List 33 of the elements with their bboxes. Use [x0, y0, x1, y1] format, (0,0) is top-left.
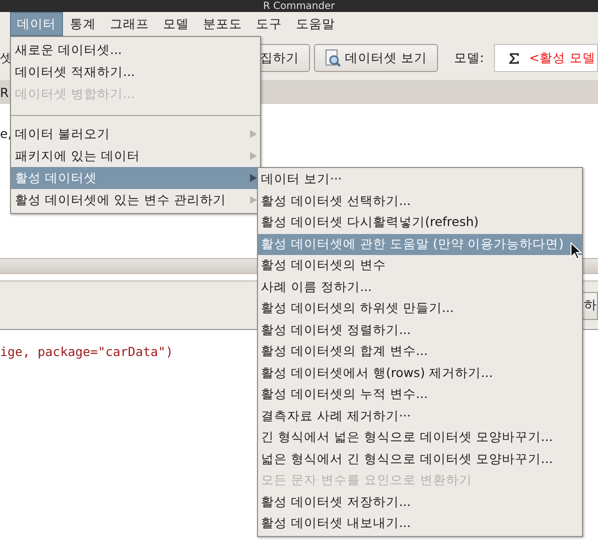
model-field[interactable]: <활성 모델 — [494, 44, 598, 72]
menu-item[interactable]: 활성 데이터셋에서 행(rows) 제거하기... — [258, 362, 582, 384]
menu-item[interactable]: 결측자료 사례 제거하기··· — [258, 406, 582, 427]
menu-item[interactable]: 활성 데이터셋 저장하기... — [258, 492, 582, 513]
menu-bar-item[interactable]: 그래프 — [103, 12, 156, 36]
output-line: ige, package="carData") — [0, 344, 174, 359]
menu-item[interactable]: 활성 데이터셋 내보내기... — [258, 513, 582, 534]
menu-item[interactable]: 활성 데이터셋의 하위셋 만들기... — [258, 298, 582, 320]
menu-item[interactable]: 활성 데이터셋에 있는 변수 관리하기 — [11, 189, 260, 211]
document-magnifier-icon — [324, 49, 341, 67]
menu-item[interactable]: 활성 데이터셋의 합계 변수... — [258, 341, 582, 362]
window-title: R Commander — [263, 1, 335, 12]
script-text: e, — [0, 126, 12, 141]
menu-item[interactable]: 활성 데이터셋 정렬하기... — [258, 320, 582, 341]
menu-item[interactable]: 활성 데이터셋 선택하기... — [258, 190, 582, 212]
script-tab-fragment[interactable]: R — [0, 84, 9, 100]
menu-item[interactable]: 데이터 불러오기 — [11, 123, 260, 145]
menu-item[interactable]: 사례 이름 정하기... — [258, 276, 582, 298]
menu-item[interactable]: 데이터 보기··· — [258, 169, 582, 190]
menu-item[interactable]: 긴 형식에서 넓은 형식으로 데이터셋 모양바꾸기... — [258, 427, 582, 448]
menu-item[interactable]: 활성 데이터셋의 변수 — [258, 255, 582, 276]
model-label: 모델: — [454, 50, 484, 66]
sigma-icon — [509, 52, 519, 64]
menu-item[interactable]: 활성 데이터셋의 누적 변수... — [258, 384, 582, 406]
menu-bar-item[interactable]: 도움말 — [289, 12, 342, 36]
menu-item[interactable]: 패키지에 있는 데이터 — [11, 145, 260, 167]
menu-item[interactable]: 활성 데이터셋 다시활력넣기(refresh) — [258, 212, 582, 234]
menu-item[interactable]: 넓은 형식에서 긴 형식으로 데이터셋 모양바꾸기... — [258, 448, 582, 470]
menu-bar-item[interactable]: 분포도 — [196, 12, 249, 36]
menu-bar-item[interactable]: 도구 — [249, 12, 289, 36]
view-dataset-button[interactable]: 데이터셋 보기 — [314, 44, 438, 72]
menu-bar-item[interactable]: 모델 — [156, 12, 196, 36]
menu-bar-item[interactable]: 통계 — [63, 12, 103, 36]
